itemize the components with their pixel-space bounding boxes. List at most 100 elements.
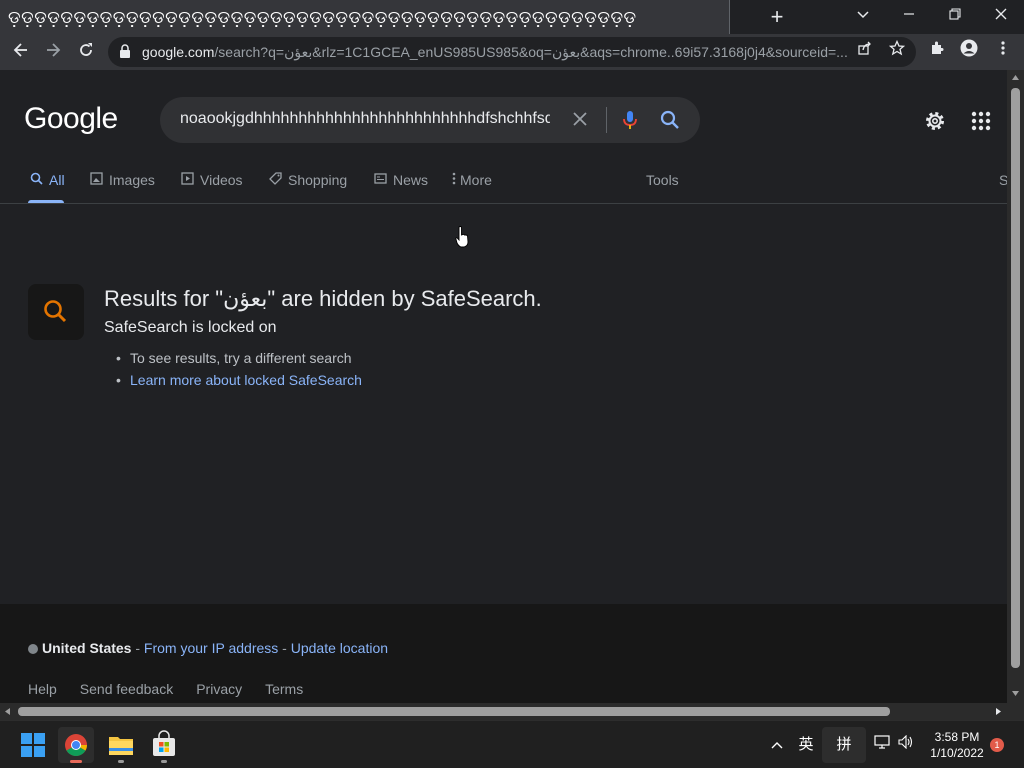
search-icon [28,172,44,188]
location-row: United States - From your IP address - U… [28,640,388,656]
chrome-taskbar-icon[interactable] [58,727,94,763]
tab-shopping-label: Shopping [288,172,348,188]
footer-link-help[interactable]: Help [28,681,57,697]
page-footer: United States - From your IP address - U… [0,604,1007,703]
scrollbar-corner [1007,703,1024,720]
bookmark-star-icon[interactable] [884,39,910,65]
footer-link-privacy[interactable]: Privacy [196,681,242,697]
mic-icon[interactable] [618,108,642,132]
hand-pointer-cursor-icon [455,226,469,248]
windows-start-icon[interactable] [15,727,51,763]
tab-more[interactable]: More [450,172,492,198]
footer-link-terms[interactable]: Terms [265,681,303,697]
google-logo[interactable]: Google [24,102,118,136]
profile-avatar-icon[interactable] [956,39,982,65]
page-content: Google noaookjgdhhhhhhhhhhhhhhhhhhhhhhhh… [0,70,1007,703]
active-app-indicator [70,760,82,763]
search-divider [606,107,607,133]
microsoft-store-icon[interactable] [146,727,182,763]
file-explorer-icon[interactable] [103,727,139,763]
location-country: United States [42,640,132,656]
running-app-indicator [161,760,167,763]
update-location-link[interactable]: Update location [291,640,388,656]
safesearch-tips: To see results, try a different search L… [116,347,362,391]
tab-images[interactable]: Images [88,172,155,198]
image-icon [88,172,104,188]
scroll-down-arrow-icon[interactable] [1011,689,1020,697]
browser-tab[interactable]: ଡ଼ଡ଼ଡ଼ଡ଼ଡ଼ଡ଼ଡ଼ଡ଼ଡ଼ଡ଼ଡ଼ଡ଼ଡ଼ଡ଼ଡ଼ଡ଼ଡ଼ଡ଼ଡ଼ଡ଼… [0,0,730,34]
minimize-button[interactable] [894,4,924,28]
taskbar: 英 拼 3:58 PM 1/10/2022 1 [0,720,1024,768]
search-tabs: All Images Videos Shopping News More Too… [0,166,1007,204]
new-tab-button[interactable]: + [764,4,790,30]
scroll-left-arrow-icon[interactable] [4,707,12,716]
clock-time: 3:58 PM [934,730,980,744]
location-sep: - [131,640,144,656]
notification-badge[interactable]: 1 [990,738,1004,752]
learn-more-safesearch-link[interactable]: Learn more about locked SafeSearch [130,372,362,388]
ime-mode-indicator[interactable]: 拼 [822,727,866,763]
search-box[interactable]: noaookjgdhhhhhhhhhhhhhhhhhhhhhhhhhdfshch… [160,97,700,143]
clock-date: 1/10/2022 [930,746,984,760]
search-icon[interactable] [658,108,682,132]
google-apps-grid-icon[interactable] [968,108,994,134]
address-bar[interactable]: google.com/search?q=بعؤن&rlz=1C1GCEA_enU… [108,37,916,67]
more-vert-icon [450,172,458,188]
from-ip-link[interactable]: From your IP address [144,640,278,656]
share-icon[interactable] [852,39,878,65]
tab-news[interactable]: News [372,172,428,198]
running-app-indicator [118,760,124,763]
safesearch-search-icon [28,284,84,340]
extensions-icon[interactable] [924,39,950,65]
url-text: google.com/search?q=بعؤن&rlz=1C1GCEA_enU… [142,44,854,61]
url-path: /search?q=بعؤن&rlz=1C1GCEA_enUS985US985&… [214,44,848,60]
tab-title: ଡ଼ଡ଼ଡ଼ଡ଼ଡ଼ଡ଼ଡ଼ଡ଼ଡ଼ଡ଼ଡ଼ଡ଼ଡ଼ଡ଼ଡ଼ଡ଼ଡ଼ଡ଼ଡ଼ଡ଼… [8,8,637,28]
ime-language-indicator[interactable]: 英 [794,733,818,757]
tools-button[interactable]: Tools [646,172,679,198]
video-icon [179,172,195,188]
lock-icon[interactable] [120,44,130,58]
tab-shopping[interactable]: Shopping [267,172,347,198]
close-window-button[interactable] [986,4,1016,28]
list-item: Learn more about locked SafeSearch [116,369,362,391]
volume-icon[interactable] [896,733,916,757]
footer-link-send-feedback[interactable]: Send feedback [80,681,173,697]
restore-button[interactable] [940,4,970,28]
tab-images-label: Images [109,172,155,188]
show-hidden-icons-chevron[interactable] [766,733,788,757]
tab-videos-label: Videos [200,172,243,188]
active-tab-indicator [28,200,64,203]
safesearch-partial-label[interactable]: S [999,172,1007,198]
clock[interactable]: 3:58 PM 1/10/2022 [922,729,992,761]
tab-strip: ଡ଼ଡ଼ଡ଼ଡ଼ଡ଼ଡ଼ଡ଼ଡ଼ଡ଼ଡ଼ଡ଼ଡ଼ଡ଼ଡ଼ଡ଼ଡ଼ଡ଼ଡ଼ଡ଼ଡ଼… [0,0,1024,34]
search-input[interactable]: noaookjgdhhhhhhhhhhhhhhhhhhhhhhhhhdfshch… [180,110,550,128]
reload-button[interactable] [73,39,99,65]
vertical-scrollbar-thumb[interactable] [1011,88,1020,668]
browser-menu-icon[interactable] [990,39,1016,65]
tab-all[interactable]: All [28,172,65,198]
tab-news-label: News [393,172,429,188]
clear-search-button[interactable] [568,108,592,132]
back-button[interactable] [8,39,34,65]
tab-videos[interactable]: Videos [179,172,243,198]
scroll-up-arrow-icon[interactable] [1011,74,1020,82]
news-icon [372,172,388,188]
settings-gear-icon[interactable] [922,108,948,134]
horizontal-scrollbar[interactable] [0,703,1007,720]
location-dot-icon [28,644,38,654]
tag-icon [267,172,283,188]
forward-button[interactable] [40,39,66,65]
tab-search-icon[interactable] [848,4,878,28]
vertical-scrollbar[interactable] [1007,70,1024,703]
safesearch-subtitle: SafeSearch is locked on [104,319,277,336]
location-sep: - [278,640,291,656]
safesearch-title: Results for "بعؤن" are hidden by SafeSea… [104,286,542,311]
list-item: To see results, try a different search [116,347,362,369]
horizontal-scrollbar-thumb[interactable] [18,707,890,716]
browser-toolbar: google.com/search?q=بعؤن&rlz=1C1GCEA_enU… [0,34,1024,70]
network-icon[interactable] [872,733,892,757]
scroll-right-arrow-icon[interactable] [994,707,1002,716]
url-host: google.com [142,44,215,60]
footer-links: Help Send feedback Privacy Terms [28,681,326,697]
tab-all-label: All [49,172,65,188]
